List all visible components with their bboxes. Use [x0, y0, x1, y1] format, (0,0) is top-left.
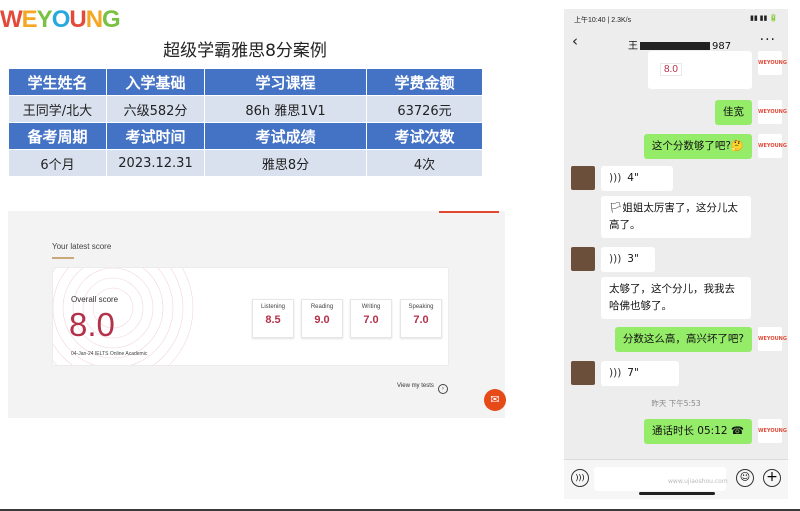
voice-message[interactable]: ))) 3": [601, 247, 655, 272]
latest-score-heading: Your latest score: [52, 242, 112, 251]
table-header-row: 备考周期 考试时间 考试成绩 考试次数: [8, 122, 483, 150]
voice-icon: ))): [609, 172, 622, 184]
table-cell: 63726元: [366, 95, 483, 123]
table-cell: 雅思8分: [204, 149, 367, 177]
overall-score-card: Overall score 8.0 04-Jan-24 IELTS Online…: [52, 267, 449, 366]
table-header-cell: 入学基础: [106, 68, 205, 96]
call-duration-bubble[interactable]: 通话时长 05:12 ☎: [643, 419, 752, 444]
message-bubble[interactable]: 太够了，这个分儿，我我去哈佛也够了。: [601, 277, 751, 319]
test-date-type: 04-Jan-24 IELTS Online Academic: [71, 351, 148, 357]
table-cell: 王同学/北大: [8, 95, 107, 123]
band-label: Listening: [260, 304, 286, 310]
avatar[interactable]: WEYOUNG: [758, 419, 787, 443]
table-cell: 2023.12.31: [106, 149, 205, 177]
voice-duration: 4": [627, 172, 639, 184]
avatar[interactable]: WEYOUNG: [758, 100, 787, 124]
status-bar: 上午10:40 | 2.3K/s ▮▮ ▮▮ 🔋: [564, 9, 788, 29]
band-label: Reading: [310, 304, 334, 310]
chat-timestamp: 昨天 下午5:53: [651, 399, 701, 408]
ielts-score-screenshot: Your latest score Overall score 8.0 04-J…: [8, 211, 506, 418]
message-bubble[interactable]: 佳宽: [715, 100, 752, 125]
table-header-cell: 考试时间: [106, 122, 205, 150]
avatar[interactable]: WEYOUNG: [758, 134, 787, 158]
table-header-cell: 学费金额: [366, 68, 483, 96]
overall-score-value: 8.0: [69, 306, 115, 343]
voice-icon: ))): [609, 253, 622, 265]
weyoung-logo: WEYOUNG: [0, 6, 121, 33]
avatar[interactable]: [571, 247, 595, 271]
slide-title: 超级学霸雅思8分案例: [163, 41, 327, 61]
home-indicator: [639, 492, 715, 495]
wechat-chat-screenshot: 上午10:40 | 2.3K/s ▮▮ ▮▮ 🔋 ‹ 王 987 ··· 8.0 …: [564, 9, 788, 499]
table-header-cell: 学生姓名: [8, 68, 107, 96]
avatar[interactable]: WEYOUNG: [758, 51, 787, 75]
table-row: 6个月 2023.12.31 雅思8分 4次: [8, 149, 483, 177]
voice-duration: 7": [627, 367, 639, 379]
voice-message[interactable]: ))) 7": [601, 361, 679, 386]
speaking-band: Speaking 7.0: [400, 299, 442, 338]
band-value: 7.0: [363, 314, 379, 326]
band-value: 8.5: [265, 314, 281, 326]
message-bubble[interactable]: 🏳姐姐太厉害了，这分儿太高了。: [601, 196, 751, 238]
avatar[interactable]: [571, 361, 595, 385]
table-header-cell: 学习课程: [204, 68, 367, 96]
table-cell: 4次: [366, 149, 483, 177]
voice-input-icon[interactable]: ))): [571, 469, 589, 487]
band-label: Writing: [361, 304, 381, 310]
avatar[interactable]: [571, 166, 595, 190]
voice-icon: ))): [609, 367, 622, 379]
band-label: Speaking: [408, 304, 434, 310]
writing-band: Writing 7.0: [350, 299, 392, 338]
table-header-row: 学生姓名 入学基础 学习课程 学费金额: [8, 68, 483, 96]
band-value: 9.0: [314, 314, 330, 326]
call-duration-text: 通话时长 05:12: [651, 425, 728, 437]
band-value: 7.0: [413, 314, 429, 326]
more-options-icon[interactable]: ···: [760, 32, 776, 48]
reading-band: Reading 9.0: [301, 299, 343, 338]
view-my-tests-link[interactable]: View my tests: [397, 383, 434, 389]
arrow-right-icon[interactable]: ›: [438, 384, 448, 394]
message-bubble[interactable]: 分数这么高，高兴坏了吧?: [614, 327, 752, 352]
message-bubble[interactable]: 这个分数够了吧?🤔: [643, 134, 752, 159]
contact-name: 王 987: [628, 37, 731, 52]
plus-icon[interactable]: +: [763, 469, 781, 487]
listening-band: Listening 8.5: [252, 299, 294, 338]
heading-underline: [52, 257, 74, 259]
table-header-cell: 考试成绩: [204, 122, 367, 150]
watermark: www.ujiaoshou.com: [668, 478, 728, 485]
phone-icon: ☎: [730, 425, 744, 437]
table-cell: 6个月: [8, 149, 107, 177]
voice-duration: 3": [627, 253, 639, 265]
table-cell: 六级582分: [106, 95, 205, 123]
status-time: 上午10:40 | 2.3K/s: [574, 17, 632, 24]
table-header-cell: 备考周期: [8, 122, 107, 150]
accent-line: [439, 211, 499, 213]
voice-message[interactable]: ))) 4": [601, 166, 673, 191]
overall-score-label: Overall score: [71, 295, 119, 304]
student-info-table: 学生姓名 入学基础 学习课程 学费金额 王同学/北大 六级582分 86h 雅思…: [8, 68, 483, 177]
table-header-cell: 考试次数: [366, 122, 483, 150]
redacted-bar: [640, 42, 710, 50]
image-message[interactable]: 8.0: [648, 51, 752, 89]
mail-icon[interactable]: ✉: [484, 389, 506, 411]
emoji-icon[interactable]: ☺: [736, 469, 754, 487]
table-row: 王同学/北大 六级582分 86h 雅思1V1 63726元: [8, 95, 483, 123]
status-icons: ▮▮ ▮▮ 🔋: [749, 15, 778, 22]
contact-prefix: 王: [628, 41, 638, 52]
table-cell: 86h 雅思1V1: [204, 95, 367, 123]
back-arrow-icon[interactable]: ‹: [572, 32, 578, 50]
avatar[interactable]: WEYOUNG: [758, 327, 787, 351]
preview-score: 8.0: [660, 63, 682, 76]
